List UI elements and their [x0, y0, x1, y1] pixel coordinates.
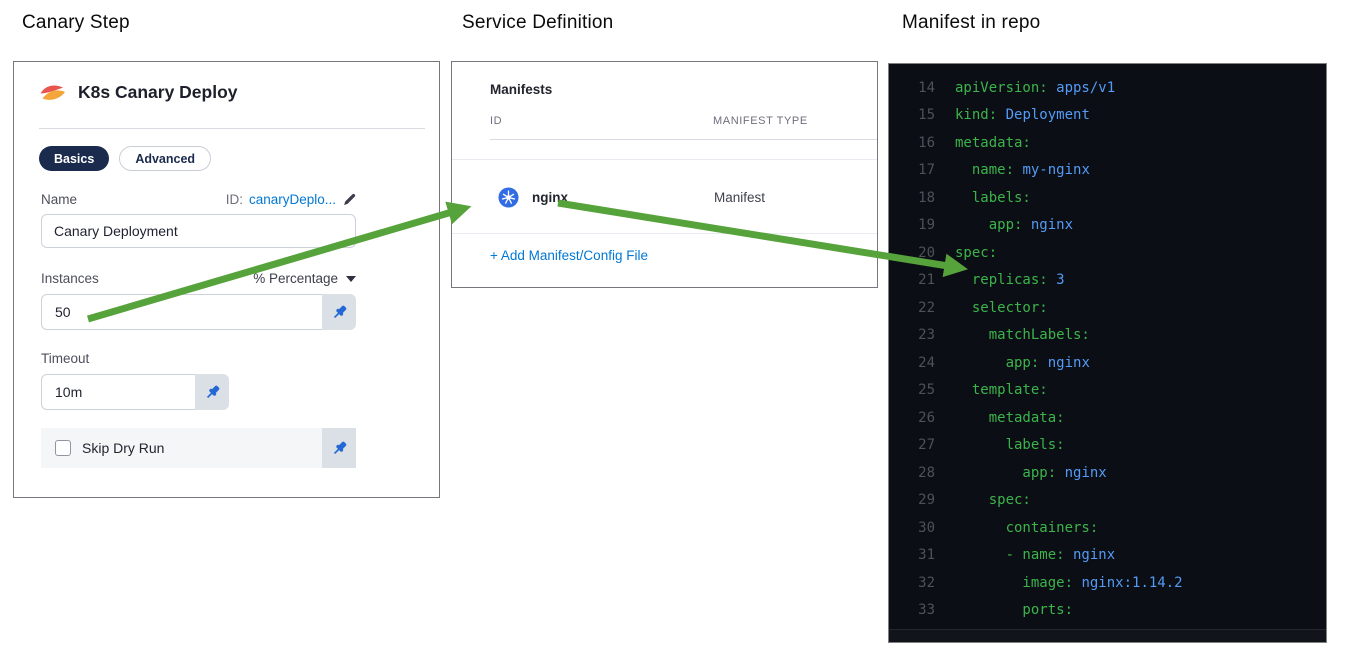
code-line: 22 selector:	[918, 299, 1048, 316]
code-line: 21 replicas: 3	[918, 272, 1065, 289]
code-line: 24 app: nginx	[918, 354, 1090, 371]
skip-dry-run-row: Skip Dry Run	[41, 428, 356, 468]
instances-input-group: 50	[41, 294, 356, 330]
code-line: 33 ports:	[918, 602, 1074, 619]
name-input[interactable]: Canary Deployment	[41, 214, 356, 248]
chevron-down-icon	[346, 275, 356, 282]
code-line: 31 - name: nginx	[918, 547, 1116, 564]
tab-basics[interactable]: Basics	[39, 146, 110, 171]
unit-select-value: % Percentage	[253, 271, 338, 286]
id-prefix: ID:	[225, 192, 243, 207]
instances-label: Instances	[41, 271, 99, 286]
code-line: 30 containers:	[918, 519, 1099, 536]
manifest-type-cell: Manifest	[714, 190, 766, 205]
code-line: 14 apiVersion: apps/v1	[918, 79, 1116, 96]
code-line: 18 labels:	[918, 189, 1031, 206]
manifests-title: Manifests	[490, 82, 553, 97]
pin-icon	[206, 385, 219, 398]
timeout-label: Timeout	[41, 351, 90, 366]
title-divider	[39, 128, 425, 129]
add-manifest-link[interactable]: + Add Manifest/Config File	[490, 248, 648, 263]
instances-unit-select[interactable]: % Percentage	[253, 271, 356, 286]
manifest-id-label: nginx	[532, 190, 568, 205]
service-definition-panel: Manifests ID MANIFEST TYPE nginx Manifes…	[451, 61, 878, 288]
step-id-group: ID: canaryDeplo...	[226, 192, 356, 207]
canary-step-panel: K8s Canary Deploy Basics Advanced Name I…	[13, 61, 440, 498]
code-line: 25 template:	[918, 382, 1048, 399]
code-line: 17 name: my-nginx	[918, 162, 1090, 179]
code-line: 15 kind: Deployment	[918, 107, 1090, 124]
code-line: 19 app: nginx	[918, 217, 1074, 234]
column-header-id: ID	[490, 115, 503, 127]
edit-pencil-icon[interactable]	[342, 193, 356, 207]
header-divider	[490, 139, 877, 140]
code-panel-footer-bar	[889, 629, 1326, 642]
skip-dry-run-label: Skip Dry Run	[82, 440, 165, 456]
manifest-code-panel: 14 apiVersion: apps/v1 15 kind: Deployment 1…	[888, 63, 1327, 646]
code-line: 20 spec:	[918, 244, 998, 261]
instances-label-row: Instances % Percentage	[41, 271, 356, 286]
timeout-input-group: 10m	[41, 374, 229, 410]
step-title-row: K8s Canary Deploy	[39, 82, 238, 103]
name-label-row: Name ID: canaryDeplo...	[41, 192, 356, 207]
step-tabs: Basics Advanced	[39, 146, 212, 171]
code-line: 26 metadata:	[918, 409, 1065, 426]
kubernetes-icon	[498, 187, 519, 208]
code-line: 28 app: nginx	[918, 464, 1107, 481]
name-label: Name	[41, 192, 78, 207]
manifest-table-row[interactable]: nginx Manifest	[452, 159, 877, 234]
code-line: 27 labels:	[918, 437, 1065, 454]
pin-icon	[333, 441, 346, 454]
code-line: 16 metadata:	[918, 134, 1031, 151]
skip-dry-run-pin-button[interactable]	[322, 428, 356, 468]
code-line: 32 image: nginx:1.14.2	[918, 574, 1183, 591]
column-header-type: MANIFEST TYPE	[713, 115, 808, 127]
instances-pin-button[interactable]	[322, 294, 356, 330]
tab-advanced[interactable]: Advanced	[119, 146, 212, 171]
service-definition-heading: Service Definition	[462, 12, 614, 33]
canary-bird-icon	[39, 82, 66, 103]
instances-input[interactable]: 50	[41, 294, 322, 330]
timeout-label-row: Timeout	[41, 351, 356, 366]
canary-step-heading: Canary Step	[22, 12, 130, 33]
step-title: K8s Canary Deploy	[78, 82, 238, 102]
pin-icon	[333, 305, 346, 318]
timeout-pin-button[interactable]	[195, 374, 229, 410]
code-line: 23 matchLabels:	[918, 327, 1090, 344]
manifest-in-repo-heading: Manifest in repo	[902, 12, 1041, 33]
timeout-input[interactable]: 10m	[41, 374, 195, 410]
yaml-code-lines: 14 apiVersion: apps/v1 15 kind: Deployment 1…	[889, 74, 1326, 652]
manifest-id-cell: nginx	[498, 160, 568, 235]
code-line: 29 spec:	[918, 492, 1031, 509]
step-id-link[interactable]: canaryDeplo...	[249, 192, 336, 207]
skip-dry-run-checkbox[interactable]	[55, 440, 71, 456]
